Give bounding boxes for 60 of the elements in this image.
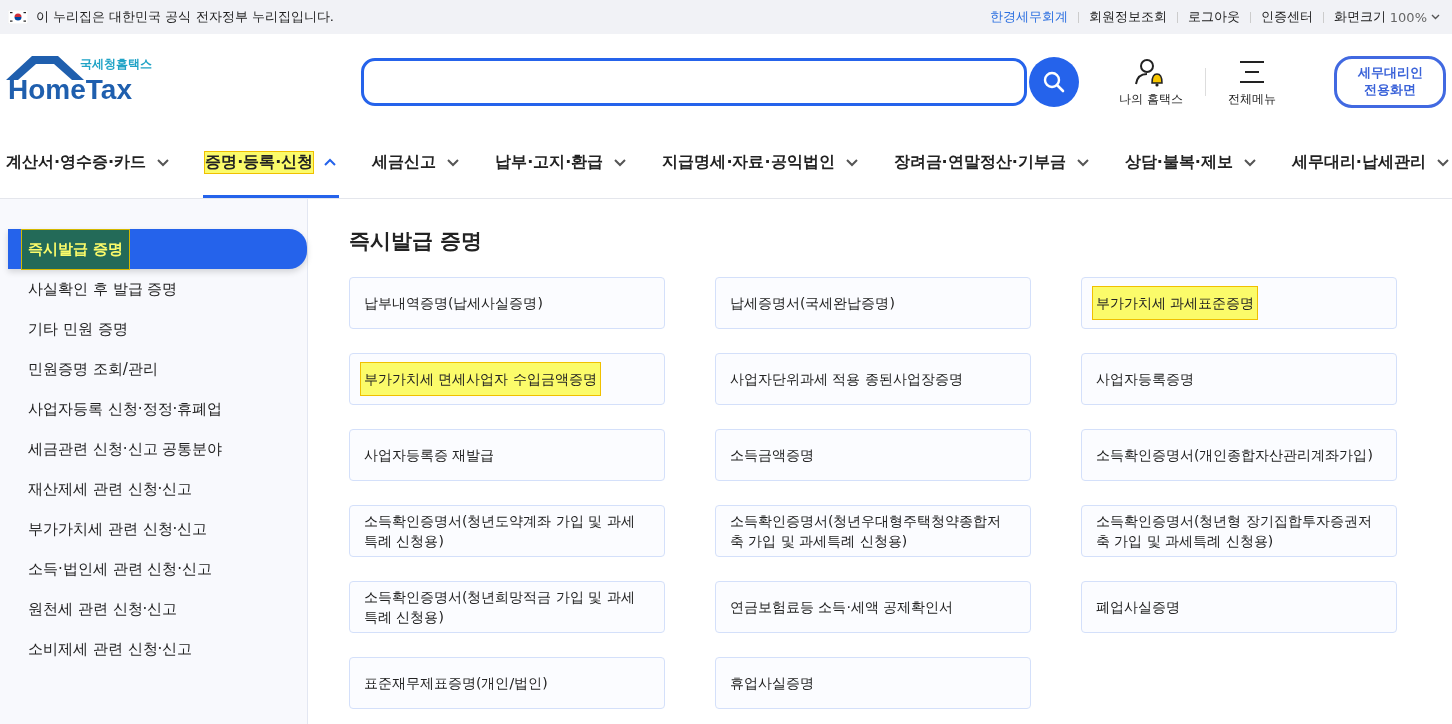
chevron-down-icon	[613, 158, 628, 167]
account-link[interactable]: 한경세무회계	[989, 8, 1068, 26]
chevron-down-icon	[1242, 158, 1257, 167]
search-button[interactable]	[1029, 57, 1079, 107]
sidebar-item[interactable]: 소득·법인세 관련 신청·신고	[8, 549, 307, 589]
utility-link[interactable]: 인증센터	[1260, 8, 1313, 26]
nav-tab[interactable]: 증명·등록·신청	[203, 130, 340, 198]
hometax-logo[interactable]: 국세청홈택스 HomeTax	[6, 54, 156, 110]
certificate-card[interactable]: 연금보험료등 소득·세액 공제확인서	[715, 581, 1031, 633]
nav-tab[interactable]: 세무대리·납세관리	[1289, 130, 1452, 198]
flag-icon	[8, 10, 28, 24]
certificate-card[interactable]: 납부내역증명(납세사실증명)	[349, 277, 665, 329]
nav-tab[interactable]: 장려금·연말정산·기부금	[891, 130, 1092, 198]
tax-agent-button[interactable]: 세무대리인 전용화면	[1334, 56, 1446, 108]
chevron-down-icon	[446, 158, 461, 167]
certificate-card[interactable]: 소득확인증명서(청년도약계좌 가입 및 과세특례 신청용)	[349, 505, 665, 557]
zoom-dropdown[interactable]: 화면크기 100%	[1333, 8, 1440, 26]
gov-banner-text: 이 누리집은 대한민국 공식 전자정부 누리집입니다.	[36, 8, 334, 26]
chevron-down-icon	[844, 158, 859, 167]
certificate-card[interactable]: 소득확인증명서(개인종합자산관리계좌가입)	[1081, 429, 1397, 481]
sidebar-item[interactable]: 민원증명 조회/관리	[8, 349, 307, 389]
certificate-card[interactable]: 휴업사실증명	[715, 657, 1031, 709]
sidebar-item[interactable]: 부가가치세 관련 신청·신고	[8, 509, 307, 549]
certificate-card[interactable]: 폐업사실증명	[1081, 581, 1397, 633]
sidebar-item[interactable]: 사업자등록 신청·정정·휴폐업	[8, 389, 307, 429]
certificate-card[interactable]: 사업자등록증 재발급	[349, 429, 665, 481]
sidebar-item[interactable]: 재산제세 관련 신청·신고	[8, 469, 307, 509]
certificate-card[interactable]: 소득확인증명서(청년희망적금 가입 및 과세특례 신청용)	[349, 581, 665, 633]
utility-link[interactable]: 회원정보조회	[1088, 8, 1167, 26]
section-title: 즉시발급 증명	[349, 228, 484, 255]
sidebar-item[interactable]: 소비제세 관련 신청·신고	[8, 629, 307, 669]
utility-link[interactable]: 로그아웃	[1187, 8, 1240, 26]
sidebar-item[interactable]: 기타 민원 증명	[8, 309, 307, 349]
sidebar-item[interactable]: 세금관련 신청·신고 공통분야	[8, 429, 307, 469]
certificate-card[interactable]: 소득금액증명	[715, 429, 1031, 481]
chevron-down-icon	[156, 158, 171, 167]
certificate-card[interactable]: 부가가치세 면세사업자 수입금액증명	[349, 353, 665, 405]
chevron-down-icon	[1435, 158, 1450, 167]
certificate-card[interactable]: 소득확인증명서(청년형 장기집합투자증권저축 가입 및 과세특례 신청용)	[1081, 505, 1397, 557]
nav-tab[interactable]: 세금신고	[370, 130, 463, 198]
certificate-card[interactable]: 부가가치세 과세표준증명	[1081, 277, 1397, 329]
search-field[interactable]	[361, 58, 1027, 106]
sidebar-item[interactable]: 사실확인 후 발급 증명	[8, 269, 307, 309]
nav-tab[interactable]: 계산서·영수증·카드	[4, 130, 173, 198]
sidebar-item[interactable]: 원천세 관련 신청·신고	[8, 589, 307, 629]
nav-tab[interactable]: 상담·불복·제보	[1122, 130, 1259, 198]
chevron-up-icon	[323, 158, 338, 167]
my-hometax-button[interactable]: 나의 홈택스	[1119, 56, 1183, 108]
certificate-card[interactable]: 소득확인증명서(청년우대형주택청약종합저축 가입 및 과세특례 신청용)	[715, 505, 1031, 557]
certificate-card[interactable]: 사업자등록증명	[1081, 353, 1397, 405]
nav-tab[interactable]: 지급명세·자료·공익법인	[660, 130, 861, 198]
search-icon	[1042, 70, 1066, 94]
chevron-down-icon	[1075, 158, 1090, 167]
certificate-card[interactable]: 사업자단위과세 적용 종된사업장증명	[715, 353, 1031, 405]
certificate-card[interactable]: 납세증명서(국세완납증명)	[715, 277, 1031, 329]
certificate-card[interactable]: 표준재무제표증명(개인/법인)	[349, 657, 665, 709]
nav-tab[interactable]: 납부·고지·환급	[493, 130, 630, 198]
sidebar-item[interactable]: 즉시발급 증명	[8, 229, 307, 269]
caret-icon	[1431, 14, 1440, 20]
full-menu-button[interactable]: 전체메뉴	[1227, 56, 1276, 108]
